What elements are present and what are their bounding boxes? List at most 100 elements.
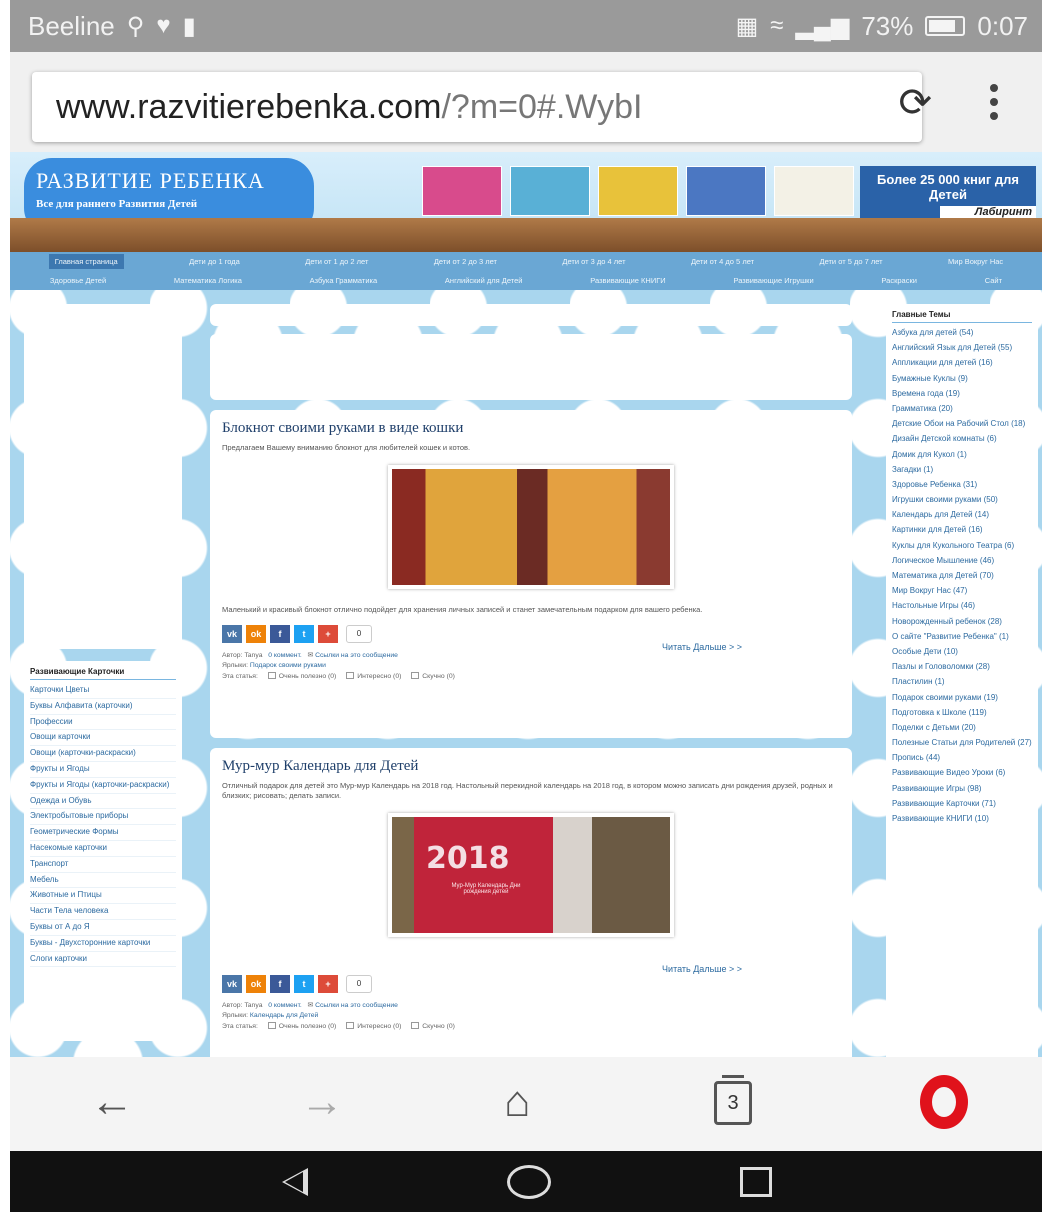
right-menu-item[interactable]: Пластилин (1)	[892, 674, 1032, 689]
left-menu-item[interactable]: Карточки Цветы	[30, 683, 176, 699]
right-menu-item[interactable]: Времена года (19)	[892, 386, 1032, 401]
left-menu-item[interactable]: Слоги карточки	[30, 952, 176, 968]
right-menu-item[interactable]: Куклы для Кукольного Театра (6)	[892, 538, 1032, 553]
right-menu-item[interactable]: Здоровье Ребенка (31)	[892, 477, 1032, 492]
rating-checkbox[interactable]	[411, 1022, 420, 1030]
read-more-link[interactable]: Читать Дальше > >	[662, 964, 742, 974]
left-menu-item[interactable]: Части Тела человека	[30, 904, 176, 920]
backlinks-link[interactable]: Ссылки на это сообщение	[315, 1002, 398, 1009]
rating-checkbox[interactable]	[346, 672, 355, 680]
right-menu-item[interactable]: Развивающие КНИГИ (10)	[892, 811, 1032, 826]
nav-link[interactable]: Дети от 1 до 2 лет	[305, 257, 368, 266]
right-menu-item[interactable]: Логическое Мышление (46)	[892, 553, 1032, 568]
nav-link[interactable]: Дети от 4 до 5 лет	[691, 257, 754, 266]
nav-link[interactable]: Мир Вокруг Нас	[948, 257, 1003, 266]
nav-link[interactable]: Здоровье Детей	[50, 276, 106, 285]
facebook-icon[interactable]: f	[270, 625, 290, 644]
right-menu-item[interactable]: Дизайн Детской комнаты (6)	[892, 431, 1032, 446]
right-menu-item[interactable]: Развивающие Игры (98)	[892, 781, 1032, 796]
rating-checkbox[interactable]	[346, 1022, 355, 1030]
right-menu-item[interactable]: Игрушки своими руками (50)	[892, 492, 1032, 507]
right-menu-item[interactable]: Пазлы и Головоломки (28)	[892, 659, 1032, 674]
right-menu-item[interactable]: Мир Вокруг Нас (47)	[892, 583, 1032, 598]
nav-link[interactable]: Развивающие Игрушки	[733, 276, 813, 285]
right-menu-item[interactable]: Новорожденный ребенок (28)	[892, 614, 1032, 629]
book-thumbnail[interactable]	[774, 166, 854, 216]
book-thumbnail[interactable]	[598, 166, 678, 216]
post-image[interactable]	[388, 465, 674, 590]
right-menu-item[interactable]: Пропись (44)	[892, 750, 1032, 765]
right-menu-item[interactable]: Аппликации для детей (16)	[892, 355, 1032, 370]
left-menu-item[interactable]: Овощи карточки	[30, 730, 176, 747]
nav-link[interactable]: Главная страница	[48, 254, 124, 269]
rating-checkbox[interactable]	[411, 672, 420, 680]
book-thumbnail[interactable]	[686, 166, 766, 216]
email-icon[interactable]: ✉	[308, 1002, 314, 1009]
right-menu-item[interactable]: Подготовка к Школе (119)	[892, 705, 1032, 720]
home-button-icon[interactable]	[507, 1165, 551, 1199]
left-menu-item[interactable]: Буквы Алфавита (карточки)	[30, 699, 176, 715]
post-title[interactable]: Блокнот своими руками в виде кошки	[222, 420, 840, 437]
left-menu-item[interactable]: Одежда и Обувь	[30, 794, 176, 810]
promo-banner[interactable]: Более 25 000 книг для Детей Лабиринт	[860, 166, 1036, 218]
tabs-icon[interactable]: 3	[714, 1075, 752, 1125]
nav-link[interactable]: Дети до 1 года	[189, 257, 240, 266]
google-plus-icon[interactable]: +	[318, 975, 338, 994]
comments-link[interactable]: 0 коммент.	[268, 1002, 302, 1009]
nav-link[interactable]: Дети от 5 до 7 лет	[819, 257, 882, 266]
backlinks-link[interactable]: Ссылки на это сообщение	[315, 652, 398, 659]
reload-icon[interactable]: ⟳	[898, 80, 932, 126]
right-menu-item[interactable]: Подарок своими руками (19)	[892, 690, 1032, 705]
left-menu-item[interactable]: Профессии	[30, 715, 176, 731]
odnoklassniki-icon[interactable]: ok	[246, 975, 266, 994]
comments-link[interactable]: 0 коммент.	[268, 652, 302, 659]
menu-icon[interactable]	[990, 84, 1000, 126]
right-menu-item[interactable]: Развивающие Видео Уроки (6)	[892, 765, 1032, 780]
right-menu-item[interactable]: Английский Язык для Детей (55)	[892, 340, 1032, 355]
nav-link[interactable]: Английский для Детей	[445, 276, 523, 285]
post-label-link[interactable]: Календарь для Детей	[250, 1012, 318, 1019]
book-thumbnail[interactable]	[422, 166, 502, 216]
left-menu-item[interactable]: Насекомые карточки	[30, 841, 176, 857]
odnoklassniki-icon[interactable]: ok	[246, 625, 266, 644]
nav-link[interactable]: Раскраски	[881, 276, 917, 285]
left-menu-item[interactable]: Геометрические Формы	[30, 825, 176, 841]
book-thumbnail[interactable]	[510, 166, 590, 216]
twitter-icon[interactable]: t	[294, 625, 314, 644]
post-label-link[interactable]: Подарок своими руками	[250, 662, 326, 669]
nav-link[interactable]: Развивающие КНИГИ	[590, 276, 665, 285]
nav-link[interactable]: Математика Логика	[174, 276, 242, 285]
right-menu-item[interactable]: Математика для Детей (70)	[892, 568, 1032, 583]
arrow-right-icon[interactable]: →	[300, 1077, 344, 1127]
left-menu-item[interactable]: Транспорт	[30, 857, 176, 873]
google-plus-icon[interactable]: +	[318, 625, 338, 644]
rating-checkbox[interactable]	[267, 1022, 276, 1030]
recents-icon[interactable]	[740, 1167, 772, 1197]
right-menu-item[interactable]: О сайте "Развитие Ребенка" (1)	[892, 629, 1032, 644]
rating-checkbox[interactable]	[267, 672, 276, 680]
right-menu-item[interactable]: Настольные Игры (46)	[892, 598, 1032, 613]
right-menu-item[interactable]: Домик для Кукол (1)	[892, 447, 1032, 462]
right-menu-item[interactable]: Бумажные Куклы (9)	[892, 371, 1032, 386]
nav-link[interactable]: Дети от 2 до 3 лет	[434, 257, 497, 266]
opera-icon[interactable]	[920, 1075, 968, 1129]
twitter-icon[interactable]: t	[294, 975, 314, 994]
right-menu-item[interactable]: Особые Дети (10)	[892, 644, 1032, 659]
left-menu-item[interactable]: Овощи (карточки-раскраски)	[30, 746, 176, 762]
right-menu-item[interactable]: Полезные Статьи для Родителей (27)	[892, 735, 1032, 750]
nav-link[interactable]: Сайт	[985, 276, 1002, 285]
vk-icon[interactable]: vk	[222, 625, 242, 644]
vk-icon[interactable]: vk	[222, 975, 242, 994]
right-menu-item[interactable]: Календарь для Детей (14)	[892, 507, 1032, 522]
left-menu-item[interactable]: Мебель	[30, 873, 176, 889]
right-menu-item[interactable]: Поделки с Детьми (20)	[892, 720, 1032, 735]
address-bar[interactable]: www.razvitierebenka.com/?m=0#.WybI	[32, 72, 922, 142]
facebook-icon[interactable]: f	[270, 975, 290, 994]
back-icon[interactable]	[282, 1168, 308, 1196]
nav-link[interactable]: Азбука Грамматика	[310, 276, 377, 285]
left-menu-item[interactable]: Животные и Птицы	[30, 888, 176, 905]
left-menu-item[interactable]: Буквы от А до Я	[30, 920, 176, 936]
left-menu-item[interactable]: Электробытовые приборы	[30, 809, 176, 826]
nav-link[interactable]: Дети от 3 до 4 лет	[562, 257, 625, 266]
right-menu-item[interactable]: Загадки (1)	[892, 462, 1032, 477]
